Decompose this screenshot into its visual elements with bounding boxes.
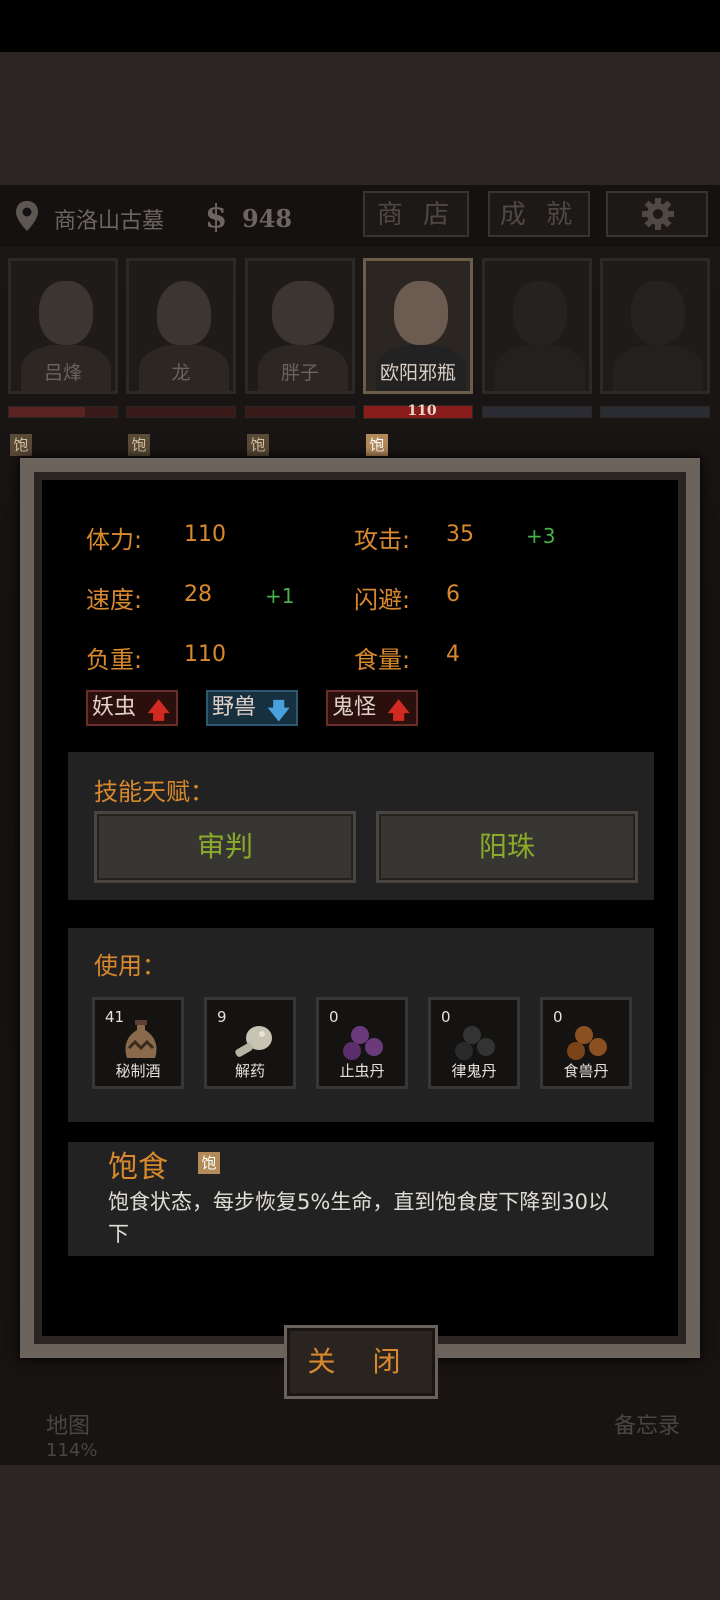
- party-member-portrait-selected[interactable]: 欧阳邪瓶: [363, 258, 473, 394]
- close-button[interactable]: 关 闭: [284, 1325, 438, 1399]
- settings-button[interactable]: [606, 191, 708, 237]
- empty-party-slot[interactable]: [482, 258, 592, 394]
- memo-label: 备忘录: [614, 1414, 681, 1439]
- load-value: 110: [184, 642, 226, 667]
- antidote-bottle-icon: [235, 1026, 272, 1057]
- load-label: 负重:: [86, 646, 143, 674]
- item-name: 秘制酒: [115, 1062, 161, 1080]
- party-member-name: 吕烽: [43, 362, 82, 384]
- arrow-down-icon: 🡇: [267, 699, 290, 724]
- achievement-button[interactable]: 成 就: [488, 191, 590, 237]
- gold-amount: 948: [242, 204, 293, 233]
- item-name: 律鬼丹: [451, 1062, 497, 1080]
- skill-button-judgement[interactable]: 审判: [94, 811, 356, 883]
- attack-bonus: +3: [526, 524, 556, 548]
- wine-jar-icon: [125, 1020, 157, 1058]
- location-pin-icon: [16, 201, 38, 231]
- nav-bar-area: [0, 1465, 720, 1600]
- food-status-badge: 饱: [128, 434, 150, 456]
- item-name: 解药: [234, 1062, 265, 1080]
- health-bar-empty: [482, 406, 592, 418]
- health-value: 110: [407, 403, 437, 419]
- health-bar: [8, 406, 118, 418]
- gear-icon: [642, 198, 674, 230]
- item-count: 9: [217, 1008, 227, 1026]
- trait-tag-insect[interactable]: 妖虫 🡅: [86, 690, 178, 726]
- status-title: 饱食: [108, 1150, 168, 1185]
- food-status-badge: 饱: [366, 434, 388, 456]
- skills-title: 技能天赋：: [94, 778, 214, 806]
- shop-button[interactable]: 商 店: [363, 191, 469, 237]
- item-count: 0: [441, 1008, 451, 1026]
- food-status-badge: 饱: [198, 1152, 220, 1174]
- map-label: 地图: [46, 1414, 91, 1439]
- use-title: 使用：: [94, 952, 166, 980]
- attack-value: 35: [446, 522, 474, 547]
- party-member-name: 胖子: [280, 362, 319, 384]
- attack-label: 攻击:: [354, 526, 411, 554]
- item-name: 止虫丹: [339, 1062, 385, 1080]
- trait-tag-ghost[interactable]: 鬼怪 🡅: [326, 690, 418, 726]
- trait-label: 鬼怪: [332, 695, 377, 720]
- party-member-name: 欧阳邪瓶: [379, 362, 456, 384]
- trait-label: 野兽: [212, 695, 257, 720]
- dodge-value: 6: [446, 582, 460, 607]
- food-capacity-value: 4: [446, 642, 460, 667]
- status-bar: [0, 0, 720, 52]
- health-bar: [126, 406, 236, 418]
- party-member-name: 龙: [171, 362, 191, 384]
- item-beast-pill[interactable]: 0 食兽丹: [540, 997, 632, 1089]
- health-bar: [245, 406, 355, 418]
- stamina-value: 110: [184, 522, 226, 547]
- map-percent: 114%: [46, 1440, 98, 1461]
- food-status-badge: 饱: [10, 434, 32, 456]
- party-member-portrait[interactable]: 吕烽: [8, 258, 118, 394]
- stamina-label: 体力:: [86, 526, 143, 554]
- trait-label: 妖虫: [92, 695, 137, 720]
- skill-button-yang-bead[interactable]: 阳珠: [376, 811, 638, 883]
- speed-label: 速度:: [86, 586, 143, 614]
- item-count: 0: [553, 1008, 563, 1026]
- health-bar-empty: [600, 406, 710, 418]
- item-count: 0: [329, 1008, 339, 1026]
- item-name: 食兽丹: [563, 1062, 609, 1080]
- food-capacity-label: 食量:: [354, 646, 411, 674]
- location-name: 商洛山古墓: [54, 209, 165, 234]
- party-member-portrait[interactable]: 龙: [126, 258, 236, 394]
- speed-value: 28: [184, 582, 212, 607]
- item-secret-wine[interactable]: 41 秘制酒: [92, 997, 184, 1089]
- party-member-portrait[interactable]: 胖子: [245, 258, 355, 394]
- item-insect-pill[interactable]: 0 止虫丹: [316, 997, 408, 1089]
- currency-icon: $: [205, 197, 228, 235]
- arrow-up-icon: 🡅: [387, 699, 410, 724]
- dodge-label: 闪避:: [354, 586, 411, 614]
- trait-tag-beast[interactable]: 野兽 🡇: [206, 690, 298, 726]
- speed-bonus: +1: [265, 584, 295, 608]
- item-antidote[interactable]: 9 解药: [204, 997, 296, 1089]
- status-description: 饱食状态，每步恢复5%生命，直到饱食度下降到30以下: [108, 1190, 610, 1246]
- item-ghost-pill[interactable]: 0 律鬼丹: [428, 997, 520, 1089]
- food-status-badge: 饱: [247, 434, 269, 456]
- empty-party-slot[interactable]: [600, 258, 710, 394]
- arrow-up-icon: 🡅: [147, 699, 170, 724]
